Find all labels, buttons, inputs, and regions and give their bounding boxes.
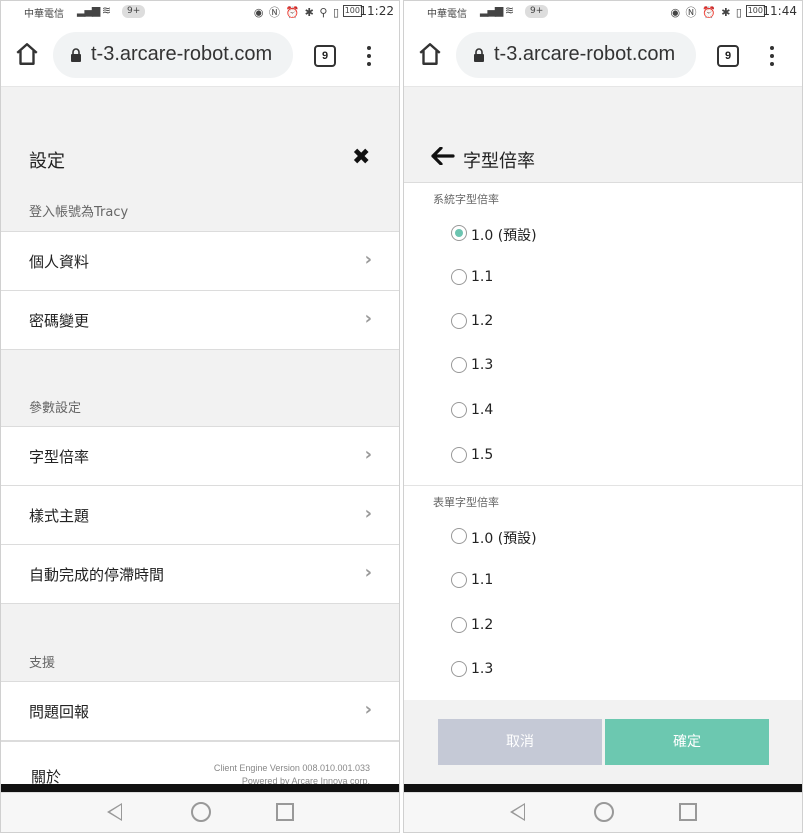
- radio-button[interactable]: [451, 617, 467, 633]
- home-icon[interactable]: [417, 41, 443, 67]
- option-label: 1.1: [471, 572, 494, 588]
- menu-item-about[interactable]: 關於 Client Engine Version 008.010.001.033…: [0, 741, 400, 784]
- carrier-name: 中華電信: [24, 9, 64, 20]
- home-icon[interactable]: [14, 41, 40, 67]
- chevron-right-icon: ›: [364, 699, 372, 720]
- login-account-label: 登入帳號為Tracy: [29, 205, 129, 220]
- menu-item-label: 個人資料: [29, 253, 90, 271]
- chevron-right-icon: ›: [364, 503, 372, 524]
- browser-toolbar: t-3.arcare-robot.com 9: [0, 24, 400, 87]
- status-icons: ◉ Ⓝ ⏰ ✱ ▯: [670, 6, 743, 19]
- parameter-section-label: 參數設定: [29, 401, 82, 416]
- page-header: 字型倍率: [403, 87, 803, 183]
- nav-back-icon[interactable]: [107, 803, 122, 821]
- divider: [403, 485, 803, 486]
- system-nav-bar: [403, 792, 803, 833]
- chevron-right-icon: ›: [364, 308, 372, 329]
- browser-menu-icon[interactable]: [763, 44, 781, 68]
- radio-button[interactable]: [451, 572, 467, 588]
- screen-edge: [0, 784, 400, 792]
- radio-button-selected[interactable]: [451, 225, 467, 241]
- option-label: 1.0 (預設): [471, 228, 537, 244]
- close-icon[interactable]: ✖: [352, 145, 370, 170]
- option-label: 1.4: [471, 402, 494, 418]
- powered-by: Powered by Arcare Innova corp.: [241, 776, 370, 784]
- menu-item-label: 字型倍率: [29, 448, 90, 466]
- nav-recents-icon[interactable]: [679, 803, 697, 821]
- chevron-right-icon: ›: [364, 444, 372, 465]
- radio-button[interactable]: [451, 447, 467, 463]
- radio-button[interactable]: [451, 402, 467, 418]
- status-icons: ◉ Ⓝ ⏰ ✱ ⚲ ▯: [253, 6, 340, 19]
- clock: 11:22: [359, 4, 394, 18]
- option-label: 1.5: [471, 447, 494, 463]
- option-label: 1.3: [471, 661, 494, 677]
- option-label: 1.2: [471, 313, 494, 329]
- page-title: 設定: [29, 151, 65, 172]
- url-text: t-3.arcare-robot.com: [91, 43, 273, 65]
- menu-item-label: 關於: [31, 768, 62, 784]
- notification-badge: 9+: [122, 5, 146, 18]
- menu-item-theme[interactable]: 樣式主題 ›: [0, 485, 400, 545]
- menu-item-change-password[interactable]: 密碼變更 ›: [0, 290, 400, 350]
- cancel-button[interactable]: 取消: [438, 719, 602, 765]
- option-label: 1.3: [471, 357, 494, 373]
- address-bar[interactable]: t-3.arcare-robot.com: [53, 32, 293, 78]
- dialog-footer: 取消 確定: [403, 700, 803, 784]
- radio-button[interactable]: [451, 357, 467, 373]
- engine-version: Client Engine Version 008.010.001.033: [213, 763, 370, 773]
- option-label: 1.0 (預設): [471, 531, 537, 547]
- notification-badge: 9+: [525, 5, 549, 18]
- carrier-name: 中華電信: [427, 9, 467, 20]
- status-bar: 中華電信 ▂▄▆ ≋ 9+ ◉ Ⓝ ⏰ ✱ ⚲ ▯ 100 11:22: [0, 0, 400, 24]
- lock-icon: [474, 48, 484, 62]
- menu-item-label: 問題回報: [29, 703, 90, 721]
- nav-home-icon[interactable]: [191, 802, 211, 822]
- tab-switcher-button[interactable]: 9: [314, 45, 336, 67]
- clock: 11:44: [762, 4, 797, 18]
- menu-item-font-scale[interactable]: 字型倍率 ›: [0, 426, 400, 486]
- menu-item-label: 密碼變更: [29, 312, 90, 330]
- tab-switcher-button[interactable]: 9: [717, 45, 739, 67]
- radio-button[interactable]: [451, 528, 467, 544]
- confirm-button[interactable]: 確定: [605, 719, 769, 765]
- browser-toolbar: t-3.arcare-robot.com 9: [403, 24, 803, 87]
- lock-icon: [71, 48, 81, 62]
- signal-icon: ▂▄▆ ≋: [480, 4, 514, 17]
- status-bar: 中華電信 ▂▄▆ ≋ 9+ ◉ Ⓝ ⏰ ✱ ▯ 100 11:44: [403, 0, 803, 24]
- address-bar[interactable]: t-3.arcare-robot.com: [456, 32, 696, 78]
- chevron-right-icon: ›: [364, 562, 372, 583]
- menu-item-label: 自動完成的停滯時間: [29, 566, 165, 584]
- settings-page: 設定 ✖ 登入帳號為Tracy 個人資料 › 密碼變更 › 參數設定 字型倍率 …: [0, 87, 400, 784]
- option-label: 1.2: [471, 617, 494, 633]
- support-section-label: 支援: [29, 656, 56, 671]
- nav-home-icon[interactable]: [594, 802, 614, 822]
- system-font-scale-label: 系統字型倍率: [433, 193, 499, 206]
- menu-item-report-issue[interactable]: 問題回報 ›: [0, 681, 400, 741]
- version-info: Client Engine Version 008.010.001.033 Po…: [214, 762, 370, 784]
- menu-item-autocomplete-delay[interactable]: 自動完成的停滯時間 ›: [0, 544, 400, 604]
- nav-back-icon[interactable]: [510, 803, 525, 821]
- screen-edge: [403, 784, 803, 792]
- url-text: t-3.arcare-robot.com: [494, 43, 676, 65]
- font-scale-page: 字型倍率 系統字型倍率 1.0 (預設) 1.1 1.2 1.3 1.4 1.5: [403, 87, 803, 784]
- page-header: 設定 ✖: [0, 87, 400, 187]
- signal-icon: ▂▄▆ ≋: [77, 4, 111, 17]
- system-nav-bar: [0, 792, 400, 833]
- radio-button[interactable]: [451, 661, 467, 677]
- back-arrow-icon[interactable]: [431, 147, 455, 165]
- font-scale-screen: 中華電信 ▂▄▆ ≋ 9+ ◉ Ⓝ ⏰ ✱ ▯ 100 11:44 t-3.ar…: [403, 0, 803, 833]
- nav-recents-icon[interactable]: [276, 803, 294, 821]
- menu-item-profile[interactable]: 個人資料 ›: [0, 231, 400, 291]
- chevron-right-icon: ›: [364, 249, 372, 270]
- radio-button[interactable]: [451, 313, 467, 329]
- radio-button[interactable]: [451, 269, 467, 285]
- page-title: 字型倍率: [463, 151, 535, 172]
- settings-screen: 中華電信 ▂▄▆ ≋ 9+ ◉ Ⓝ ⏰ ✱ ⚲ ▯ 100 11:22 t-3.…: [0, 0, 400, 833]
- browser-menu-icon[interactable]: [360, 44, 378, 68]
- form-font-scale-label: 表單字型倍率: [433, 496, 499, 509]
- menu-item-label: 樣式主題: [29, 507, 90, 525]
- option-label: 1.1: [471, 269, 494, 285]
